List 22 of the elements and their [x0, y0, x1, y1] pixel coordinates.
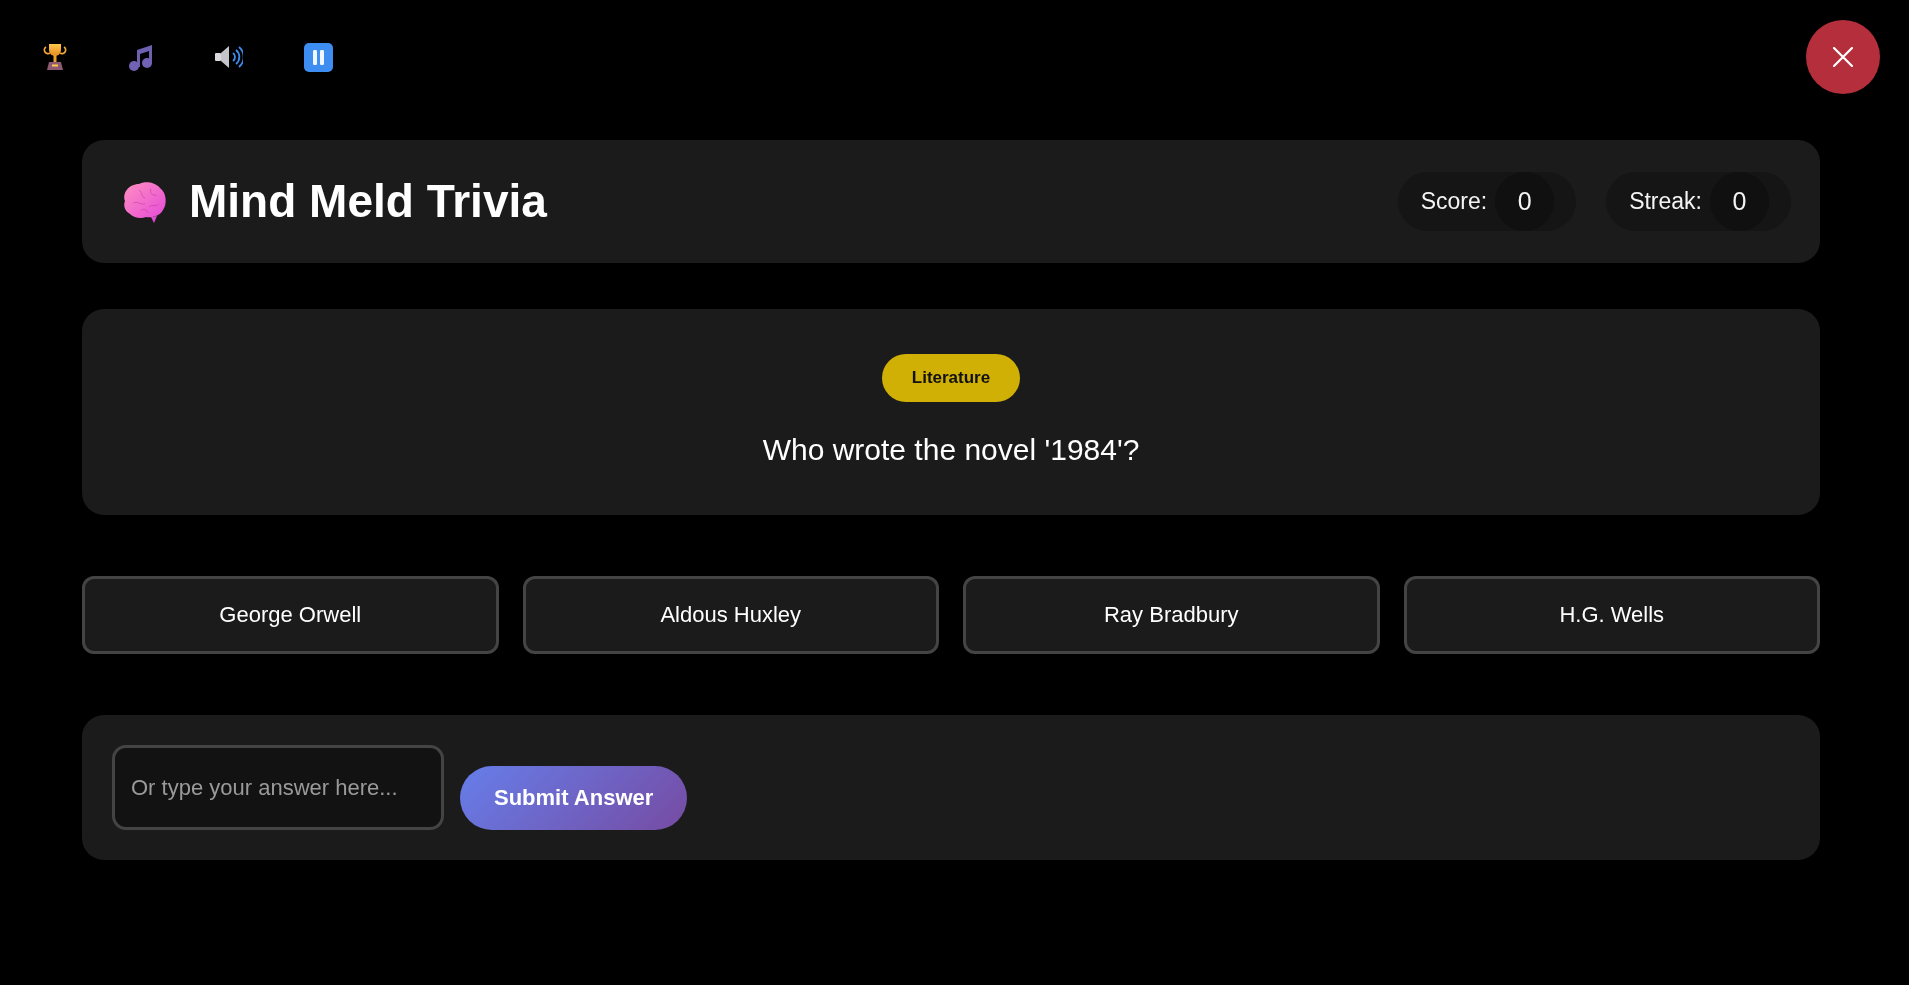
answer-option[interactable]: Ray Bradbury: [963, 576, 1380, 654]
answer-input[interactable]: Or type your answer here...: [112, 745, 444, 830]
trophy-icon: [43, 43, 67, 71]
answer-option[interactable]: Aldous Huxley: [522, 576, 939, 654]
question-text: Who wrote the novel '1984'?: [762, 432, 1140, 468]
stat-value: 0: [1495, 172, 1555, 231]
stat-label: Streak:: [1629, 188, 1702, 215]
category-badge: Literature: [881, 354, 1021, 402]
answer-option[interactable]: George Orwell: [82, 576, 499, 654]
app-title: Mind Meld Trivia: [189, 173, 547, 229]
speaker-icon: [215, 45, 243, 69]
stat-value: 0: [1710, 172, 1769, 231]
stat-label: Score:: [1420, 188, 1488, 215]
pause-icon: [304, 42, 333, 72]
submit-button[interactable]: Submit Answer: [460, 766, 688, 830]
trophy-button[interactable]: [41, 41, 69, 73]
brain-icon: [121, 180, 167, 223]
close-icon: [1833, 47, 1853, 67]
speaker-button[interactable]: [213, 43, 245, 71]
music-note-icon: [128, 43, 154, 71]
answer-option[interactable]: H.G. Wells: [1403, 576, 1820, 654]
pause-button[interactable]: [302, 40, 335, 74]
